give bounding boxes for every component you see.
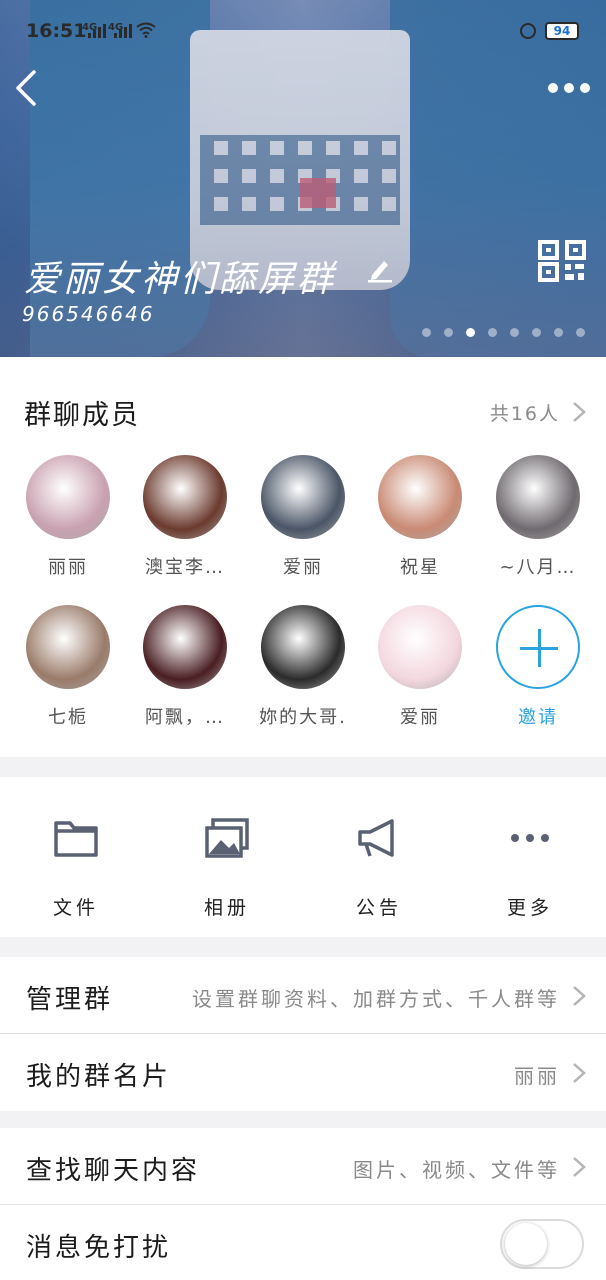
member-item[interactable]: 丽丽 <box>18 455 118 579</box>
chevron-right-icon <box>573 1157 586 1177</box>
member-item[interactable]: 爱丽 <box>253 455 353 579</box>
edit-icon[interactable] <box>366 255 394 283</box>
status-time: 16:51 <box>26 20 87 42</box>
notice-label: 公告 <box>355 897 402 919</box>
search-chat-value: 图片、视频、文件等 <box>353 1158 560 1182</box>
wifi-icon <box>136 22 156 38</box>
page-dot <box>554 328 563 337</box>
page-dot <box>532 328 541 337</box>
album-icon <box>205 818 249 858</box>
invite-button[interactable]: 邀请 <box>488 605 588 729</box>
members-count[interactable]: 共16人 <box>490 399 560 426</box>
manage-group-row[interactable]: 管理群 设置群聊资料、加群方式、千人群等 <box>0 957 606 1034</box>
my-group-card-label: 我的群名片 <box>26 1062 172 1092</box>
member-name: 七栀 <box>48 707 88 728</box>
folder-icon <box>54 821 98 857</box>
member-item[interactable]: ~八月… <box>488 455 588 579</box>
signal-bars-icon <box>88 24 106 38</box>
member-name: 爱丽 <box>400 707 440 728</box>
page-dot <box>444 328 453 337</box>
avatar[interactable] <box>26 455 110 539</box>
status-bar: 16:51 4G 4G 94 <box>0 0 606 60</box>
back-button[interactable] <box>12 68 42 108</box>
search-chat-row[interactable]: 查找聊天内容 图片、视频、文件等 <box>0 1128 606 1205</box>
avatar[interactable] <box>261 455 345 539</box>
member-name: 澳宝李… <box>145 557 225 578</box>
notice-button[interactable]: 公告 <box>334 817 424 920</box>
member-item[interactable]: 阿飘，… <box>135 605 235 729</box>
mute-row: 消息免打扰 <box>0 1205 606 1280</box>
settings-group-1: 管理群 设置群聊资料、加群方式、千人群等 我的群名片 丽丽 <box>0 957 606 1111</box>
member-item[interactable]: 祝星 <box>370 455 470 579</box>
members-section: 群聊成员 共16人 丽丽 澳宝李… 爱丽 祝星 ~八月… 七栀 阿飘，… 妳的大哥. 爱丽 邀请 <box>0 357 606 757</box>
manage-group-label: 管理群 <box>26 985 114 1015</box>
avatar[interactable] <box>378 605 462 689</box>
files-button[interactable]: 文件 <box>31 817 121 920</box>
member-item[interactable]: 妳的大哥. <box>253 605 353 729</box>
page-dot <box>422 328 431 337</box>
quick-actions: 文件 相册 公告 更多 <box>0 777 606 937</box>
chevron-right-icon[interactable] <box>572 401 586 423</box>
battery-icon: 94 <box>545 22 579 40</box>
group-id: 966546646 <box>22 302 155 326</box>
avatar[interactable] <box>26 605 110 689</box>
chevron-right-icon <box>573 986 586 1006</box>
more-actions-button[interactable]: 更多 <box>485 817 575 920</box>
member-name: 丽丽 <box>48 557 88 578</box>
album-button[interactable]: 相册 <box>182 817 272 920</box>
more-label: 更多 <box>506 897 553 919</box>
member-name: ~八月… <box>499 557 577 578</box>
member-name: 阿飘，… <box>145 707 225 728</box>
rotation-lock-icon <box>520 23 536 39</box>
mute-toggle[interactable] <box>500 1219 584 1269</box>
member-item[interactable]: 爱丽 <box>370 605 470 729</box>
page-dot <box>576 328 585 337</box>
member-item[interactable]: 澳宝李… <box>135 455 235 579</box>
manage-group-value: 设置群聊资料、加群方式、千人群等 <box>192 987 560 1011</box>
search-chat-label: 查找聊天内容 <box>26 1156 201 1186</box>
avatar[interactable] <box>143 605 227 689</box>
qr-code-icon[interactable] <box>538 240 586 282</box>
avatar[interactable] <box>378 455 462 539</box>
member-name: 妳的大哥. <box>259 707 347 728</box>
group-header: 16:51 4G 4G 94 爱丽女神们舔屏群 966546646 <box>0 0 606 357</box>
avatar[interactable] <box>261 605 345 689</box>
signal-bars-icon <box>114 24 132 38</box>
more-dots-icon <box>511 834 549 842</box>
my-group-card-row[interactable]: 我的群名片 丽丽 <box>0 1034 606 1111</box>
members-title: 群聊成员 <box>24 400 140 431</box>
page-indicator <box>422 328 585 337</box>
page-dot <box>510 328 519 337</box>
chevron-right-icon <box>573 1063 586 1083</box>
group-name: 爱丽女神们舔屏群 <box>24 259 337 300</box>
page-dot <box>488 328 497 337</box>
mute-label: 消息免打扰 <box>26 1233 172 1263</box>
page-dot <box>466 328 475 337</box>
settings-group-2: 查找聊天内容 图片、视频、文件等 消息免打扰 <box>0 1128 606 1280</box>
album-label: 相册 <box>203 897 250 919</box>
megaphone-icon <box>358 819 394 857</box>
files-label: 文件 <box>52 897 99 919</box>
more-options-button[interactable] <box>548 78 594 98</box>
plus-icon[interactable] <box>496 605 580 689</box>
my-group-card-value: 丽丽 <box>514 1064 560 1088</box>
member-name: 爱丽 <box>283 557 323 578</box>
member-item[interactable]: 七栀 <box>18 605 118 729</box>
member-name: 祝星 <box>400 557 440 578</box>
avatar[interactable] <box>143 455 227 539</box>
avatar[interactable] <box>496 455 580 539</box>
invite-label: 邀请 <box>518 707 558 728</box>
